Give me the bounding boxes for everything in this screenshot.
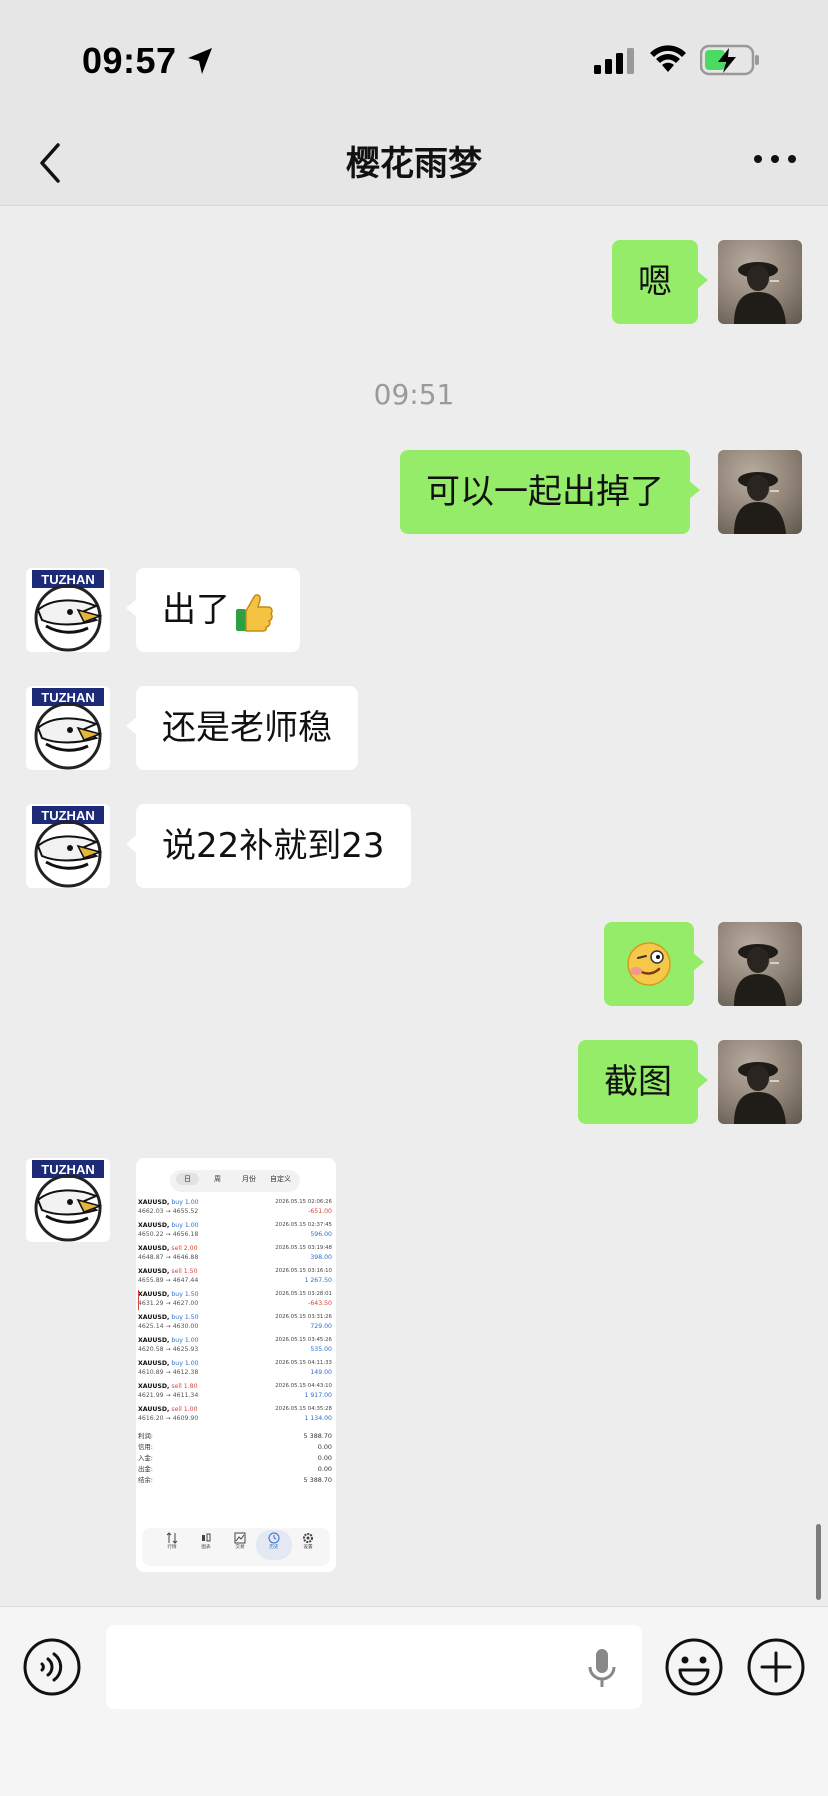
message-bubble-outgoing[interactable]: 嗯 — [612, 240, 708, 324]
message-input[interactable] — [106, 1625, 642, 1709]
nav-chart: 图表 — [194, 1532, 218, 1550]
summary-row: 入金: 0.00 — [138, 1454, 332, 1462]
summary-row: 出金: 0.00 — [138, 1465, 332, 1473]
message-bubble-outgoing[interactable] — [604, 922, 704, 1006]
app-bottom-nav: 行情 图表 交易 历史 设置 — [142, 1528, 330, 1566]
nav-bar: 樱花雨梦 — [0, 122, 828, 206]
more-options-icon[interactable] — [752, 152, 798, 166]
contact-avatar[interactable]: TUZHAN — [26, 1158, 110, 1242]
tab-month: 月份 — [242, 1175, 256, 1183]
summary-row: 信用: 0.00 — [138, 1443, 332, 1451]
user-avatar[interactable] — [718, 450, 802, 534]
nav-settings: 设置 — [296, 1532, 320, 1550]
message-bubble-outgoing[interactable]: 可以一起出掉了 — [400, 450, 700, 534]
message-text: 出了 — [162, 590, 230, 630]
message-text: 截图 — [604, 1062, 672, 1102]
emoji-picker-icon[interactable] — [664, 1637, 724, 1697]
voice-mode-icon[interactable] — [22, 1637, 82, 1697]
screenshot-image-message[interactable]: 日 周 月份 自定义 XAUUSD, buy 1.00 4662.03 → 46… — [136, 1158, 336, 1572]
contact-avatar[interactable]: TUZHAN — [26, 686, 110, 770]
nav-history: 历史 — [256, 1530, 292, 1560]
location-arrow-icon — [188, 48, 212, 74]
thumbs-up-icon — [236, 593, 273, 632]
nav-quotes: 行情 — [160, 1532, 184, 1550]
plus-more-icon[interactable] — [746, 1637, 806, 1697]
trade-row: XAUUSD, buy 1.00 4610.89 → 4612.38 2026.… — [138, 1360, 332, 1376]
summary-row: 结余: 5 388.70 — [138, 1476, 332, 1484]
arrows-icon — [166, 1532, 178, 1544]
man-silhouette-icon — [734, 1062, 786, 1124]
microphone-icon[interactable] — [586, 1647, 618, 1689]
tab-custom: 自定义 — [270, 1175, 291, 1183]
chat-area: 嗯 09:51 可以一起出掉了 TUZHAN 出了 TUZHAN 还是老师稳 T… — [0, 206, 828, 1606]
cellular-signal-icon — [594, 48, 634, 74]
status-time: 09:57 — [82, 40, 177, 81]
timestamp: 09:51 — [373, 378, 455, 411]
message-text: 嗯 — [638, 262, 672, 302]
trade-row: XAUUSD, buy 1.00 4662.03 → 4655.52 2026.… — [138, 1199, 332, 1215]
row-marker — [138, 1290, 139, 1310]
gear-icon — [303, 1533, 313, 1543]
man-silhouette-icon — [734, 472, 786, 534]
trade-row: XAUUSD, sell 1.80 4621.99 → 4611.34 2026… — [138, 1383, 332, 1399]
trade-row: XAUUSD, buy 1.00 4650.22 → 4656.18 2026.… — [138, 1222, 332, 1238]
trade-row: XAUUSD, buy 1.00 4620.58 → 4625.93 2026.… — [138, 1337, 332, 1353]
user-avatar[interactable] — [718, 922, 802, 1006]
trade-row: XAUUSD, sell 2.00 4648.87 → 4646.88 2026… — [138, 1245, 332, 1261]
message-text: 可以一起出掉了 — [426, 472, 664, 512]
tab-day: 日 — [176, 1173, 199, 1185]
user-avatar[interactable] — [718, 1040, 802, 1124]
input-bar — [0, 1606, 828, 1796]
battery-charging-icon — [700, 44, 759, 76]
man-silhouette-icon — [734, 944, 786, 1006]
eagle-logo-icon: TUZHAN — [32, 1160, 104, 1242]
candles-icon — [202, 1533, 211, 1542]
man-silhouette-icon — [734, 262, 786, 324]
user-avatar[interactable] — [718, 240, 802, 324]
smirk-emoji-icon — [627, 942, 671, 986]
message-text: 还是老师稳 — [162, 708, 332, 748]
message-bubble-outgoing[interactable]: 截图 — [578, 1040, 708, 1124]
period-tabs: 日 周 月份 自定义 — [170, 1170, 300, 1192]
message-bubble-incoming[interactable]: 出了 — [126, 568, 300, 652]
trade-row: XAUUSD, sell 1.00 4616.20 → 4609.90 2026… — [138, 1406, 332, 1422]
summary-row: 利润: 5 388.70 — [138, 1432, 332, 1440]
message-bubble-incoming[interactable]: 说22补就到23 — [126, 804, 411, 888]
status-bar: 09:57 — [0, 0, 828, 122]
trade-row: XAUUSD, buy 1.50 4625.14 → 4630.00 2026.… — [138, 1314, 332, 1330]
history-clock-icon — [268, 1532, 280, 1544]
contact-avatar[interactable]: TUZHAN — [26, 568, 110, 652]
message-text: 说22补就到23 — [162, 826, 385, 866]
eagle-logo-icon: TUZHAN — [32, 688, 104, 770]
chat-title: 樱花雨梦 — [346, 144, 482, 184]
tab-week: 周 — [214, 1175, 221, 1183]
trade-row: XAUUSD, buy 1.50 4631.29 → 4627.00 2026.… — [138, 1290, 334, 1313]
scrollbar-thumb[interactable] — [816, 1524, 821, 1600]
nav-trade: 交易 — [228, 1532, 252, 1550]
contact-avatar[interactable]: TUZHAN — [26, 804, 110, 888]
eagle-logo-icon: TUZHAN — [32, 806, 104, 888]
trade-row: XAUUSD, sell 1.50 4655.89 → 4647.44 2026… — [138, 1268, 332, 1284]
trade-chart-icon — [234, 1532, 246, 1544]
eagle-logo-icon: TUZHAN — [32, 570, 104, 652]
wifi-icon — [650, 45, 686, 72]
message-bubble-incoming[interactable]: 还是老师稳 — [126, 686, 358, 770]
